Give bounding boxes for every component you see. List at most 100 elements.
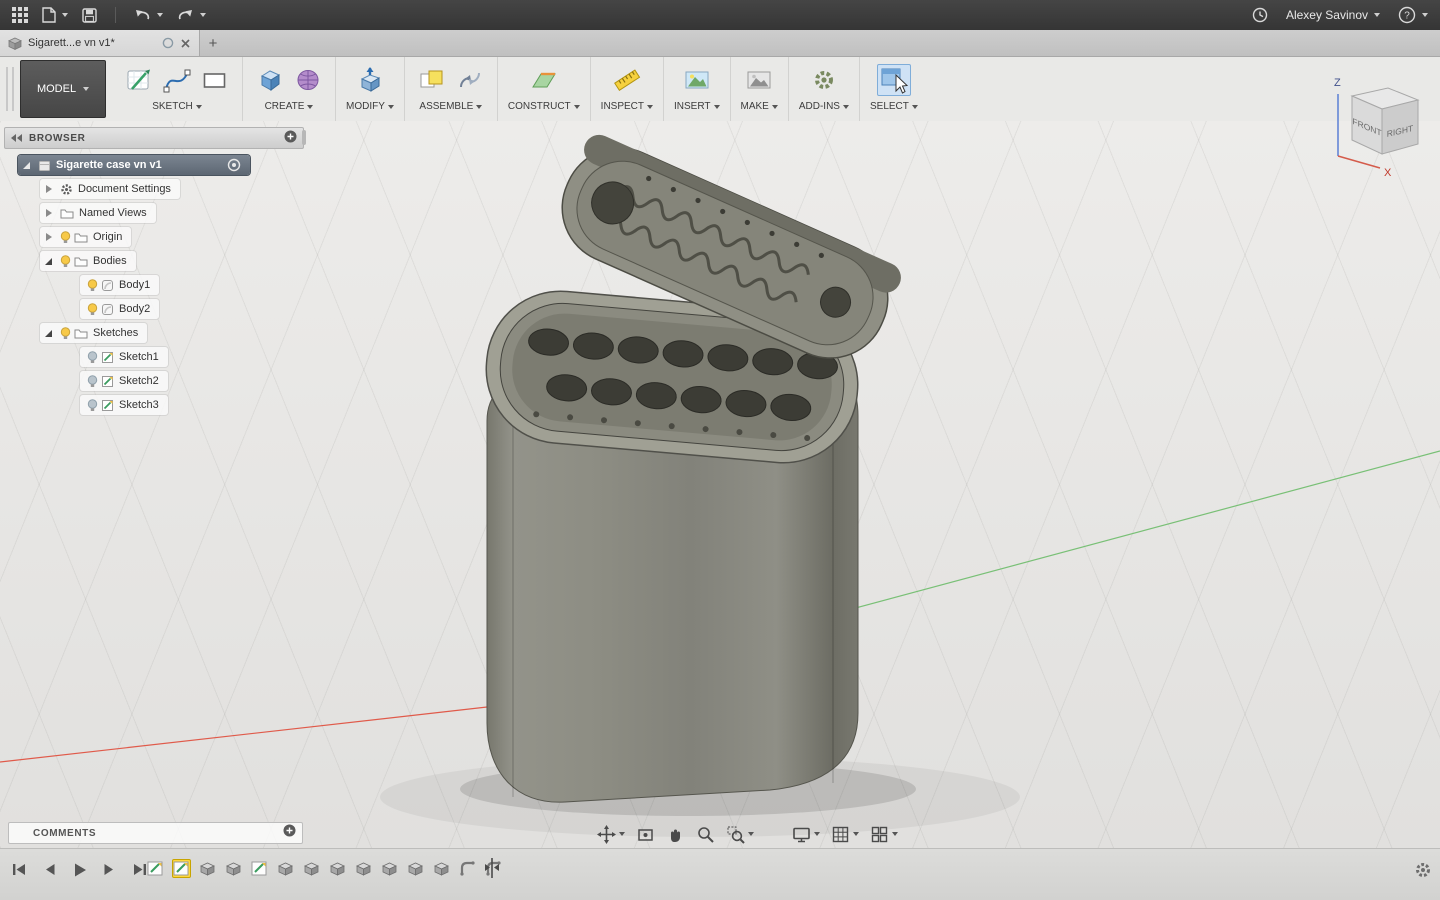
collapse-panel-icon[interactable] [11, 134, 23, 142]
panel-options-icon[interactable] [284, 130, 297, 146]
browser-item-named-views[interactable]: Named Views [40, 203, 156, 223]
addins-menu[interactable]: ADD-INS [799, 101, 849, 112]
play-button[interactable] [70, 861, 89, 879]
joint-icon[interactable] [453, 64, 487, 96]
browser-item-sketch2[interactable]: Sketch2 [80, 371, 168, 391]
timeline-feature-sketch[interactable] [250, 859, 269, 878]
browser-item-origin[interactable]: Origin [40, 227, 131, 247]
look-at-icon[interactable] [635, 824, 656, 845]
extrude-icon[interactable] [253, 64, 287, 96]
viewports-icon[interactable] [869, 824, 899, 845]
browser-item-body1[interactable]: Body1 [80, 275, 159, 295]
create-menu[interactable]: CREATE [265, 101, 314, 112]
measure-icon[interactable] [610, 64, 644, 96]
browser-item-bodies[interactable]: Bodies [40, 251, 136, 271]
timeline-feature-extrude[interactable] [328, 859, 347, 878]
select-menu[interactable]: SELECT [870, 101, 918, 112]
expand-arrow-icon[interactable] [44, 208, 54, 218]
rectangle-icon[interactable] [198, 64, 232, 96]
step-forward-button[interactable] [100, 861, 118, 879]
comments-bar[interactable]: COMMENTS [8, 822, 303, 844]
inspect-menu[interactable]: INSPECT [601, 101, 653, 112]
pan-hand-icon[interactable] [665, 824, 686, 845]
expand-arrow-icon[interactable] [44, 256, 54, 266]
timeline-feature-extrude[interactable] [406, 859, 425, 878]
visibility-bulb-icon[interactable] [87, 375, 98, 388]
expand-arrow-icon[interactable] [44, 328, 54, 338]
sync-status-icon[interactable] [162, 37, 174, 49]
spline-icon[interactable] [160, 64, 194, 96]
browser-panel: BROWSER Sigarette case vn v1 Document Se… [4, 127, 304, 417]
new-tab-button[interactable]: + [200, 30, 226, 56]
timeline-feature-extrude[interactable] [224, 859, 243, 878]
undo-button[interactable] [132, 6, 165, 24]
view-cube[interactable]: Z X FRONT RIGHT [1316, 68, 1440, 192]
panel-resize-handle[interactable] [302, 130, 306, 145]
step-back-button[interactable] [41, 861, 59, 879]
expand-comments-icon[interactable] [283, 824, 296, 842]
browser-header[interactable]: BROWSER [4, 127, 304, 149]
browser-item-body2[interactable]: Body2 [80, 299, 159, 319]
visibility-bulb-icon[interactable] [60, 327, 71, 340]
toolbar-grip[interactable] [6, 67, 14, 111]
help-button[interactable]: ? [1396, 4, 1430, 26]
timeline-feature-extrude[interactable] [276, 859, 295, 878]
redo-button[interactable] [175, 6, 208, 24]
expand-arrow-icon[interactable] [44, 232, 54, 242]
file-menu-button[interactable] [40, 5, 70, 25]
expand-arrow-icon[interactable] [22, 160, 32, 170]
press-pull-icon[interactable] [353, 64, 387, 96]
clock-icon[interactable] [1250, 5, 1270, 25]
create-sketch-icon[interactable] [122, 64, 156, 96]
document-tab[interactable]: Sigarett...e vn v1* [0, 30, 200, 56]
browser-item-sketch3[interactable]: Sketch3 [80, 395, 168, 415]
timeline-feature-extrude[interactable] [380, 859, 399, 878]
visibility-bulb-icon[interactable] [87, 279, 98, 292]
browser-item-document-settings[interactable]: Document Settings [40, 179, 180, 199]
assemble-menu[interactable]: ASSEMBLE [419, 101, 482, 112]
display-settings-icon[interactable] [791, 824, 821, 845]
go-to-start-button[interactable] [10, 861, 30, 879]
expand-arrow-icon[interactable] [44, 184, 54, 194]
construction-plane-icon[interactable] [527, 64, 561, 96]
zoom-window-icon[interactable] [725, 824, 755, 845]
make-icon[interactable] [742, 64, 776, 96]
construct-menu[interactable]: CONSTRUCT [508, 101, 580, 112]
timeline-position-slider[interactable] [484, 857, 500, 884]
timeline-feature-sketch-selected[interactable] [172, 859, 191, 878]
activate-component-radio[interactable] [227, 158, 241, 172]
visibility-bulb-icon[interactable] [60, 255, 71, 268]
new-component-icon[interactable] [415, 64, 449, 96]
timeline-feature-extrude[interactable] [198, 859, 217, 878]
timeline-feature-fillet[interactable] [458, 859, 477, 878]
timeline-feature-extrude[interactable] [354, 859, 373, 878]
close-tab-icon[interactable] [180, 38, 191, 49]
form-icon[interactable] [291, 64, 325, 96]
orbit-icon[interactable] [596, 824, 626, 845]
insert-image-icon[interactable] [680, 64, 714, 96]
timeline-settings-gear-icon[interactable] [1414, 861, 1432, 882]
visibility-bulb-icon[interactable] [60, 231, 71, 244]
timeline-feature-extrude[interactable] [302, 859, 321, 878]
modify-menu[interactable]: MODIFY [346, 101, 394, 112]
browser-item-sketches[interactable]: Sketches [40, 323, 147, 343]
workspace-switcher[interactable]: MODEL [20, 60, 106, 118]
sketch-menu[interactable]: SKETCH [152, 101, 202, 112]
timeline-feature-sketch[interactable] [146, 859, 165, 878]
make-menu[interactable]: MAKE [741, 101, 778, 112]
add-ins-icon[interactable] [807, 64, 841, 96]
zoom-icon[interactable] [695, 824, 716, 845]
insert-menu[interactable]: INSERT [674, 101, 720, 112]
browser-item-sketch1[interactable]: Sketch1 [80, 347, 168, 367]
grid-display-icon[interactable] [830, 824, 860, 845]
visibility-bulb-icon[interactable] [87, 303, 98, 316]
select-cursor-icon[interactable] [877, 64, 911, 96]
user-menu-button[interactable]: Alexey Savinov [1284, 6, 1382, 24]
visibility-bulb-icon[interactable] [87, 399, 98, 412]
browser-root-item[interactable]: Sigarette case vn v1 [18, 155, 250, 175]
save-button[interactable] [80, 6, 99, 25]
visibility-bulb-icon[interactable] [87, 351, 98, 364]
timeline-feature-extrude[interactable] [432, 859, 451, 878]
ribbon-group-select: SELECT [860, 57, 928, 121]
apps-grid-icon[interactable] [10, 5, 30, 25]
